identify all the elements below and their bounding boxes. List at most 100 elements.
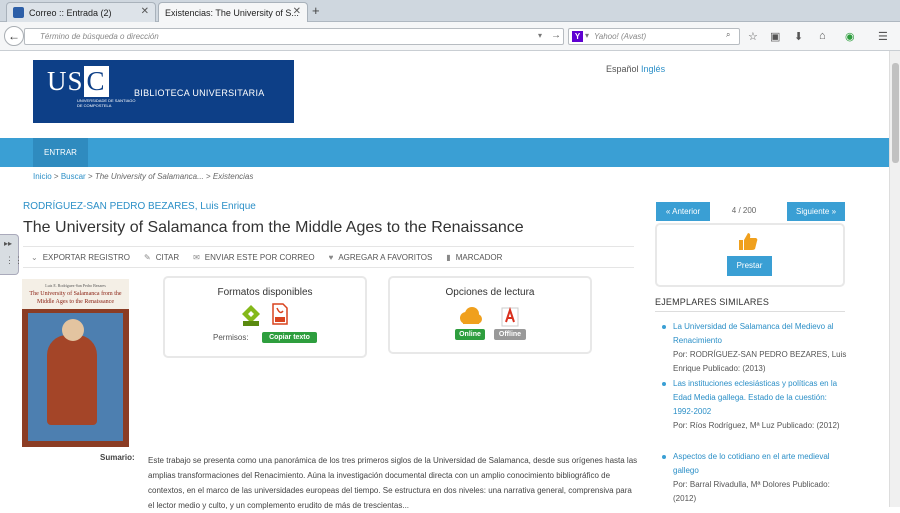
- home-icon[interactable]: ⌂: [819, 30, 826, 42]
- heart-icon: ♥: [328, 252, 334, 262]
- clipboard-icon[interactable]: ▣: [770, 30, 780, 43]
- url-placeholder: Término de búsqueda o dirección: [40, 32, 159, 41]
- close-icon[interactable]: ✕: [141, 6, 149, 17]
- email-button[interactable]: ✉ ENVIAR ESTE POR CORREO: [193, 253, 315, 262]
- browser-tab-bar: Correo :: Entrada (2) ✕ Existencias: The…: [0, 0, 900, 22]
- action-label: AGREGAR A FAVORITOS: [338, 252, 433, 262]
- breadcrumb-current: Existencias: [212, 172, 254, 181]
- summary-label: Sumario:: [100, 453, 135, 462]
- similar-items-heading: EJEMPLARES SIMILARES: [655, 297, 845, 312]
- menu-icon[interactable]: ☰: [878, 30, 888, 43]
- bookmark-button[interactable]: ▮ MARCADOR: [446, 253, 502, 262]
- permissions-label: Permisos:: [213, 333, 249, 342]
- bullet-icon: [662, 382, 666, 386]
- breadcrumb-sep: >: [85, 172, 95, 181]
- tab-label: Existencias: The University of S...: [165, 7, 299, 18]
- breadcrumb-buscar[interactable]: Buscar: [61, 172, 86, 181]
- chevron-down-icon[interactable]: ▾: [585, 31, 589, 40]
- record-counter: 4 / 200: [731, 206, 757, 215]
- similar-item: Las instituciones eclesiásticas y políti…: [662, 377, 847, 433]
- similar-item: La Universidad de Salamanca del Medievo …: [662, 320, 847, 376]
- page-title: The University of Salamanca from the Mid…: [23, 219, 524, 236]
- next-button[interactable]: Siguiente »: [787, 202, 845, 221]
- reading-options-title: Opciones de lectura: [445, 287, 535, 298]
- search-input[interactable]: Y ▾ Yahoo! (Avast) ⌕: [568, 28, 740, 45]
- tab-correo[interactable]: Correo :: Entrada (2) ✕: [6, 2, 156, 22]
- book-cover-image[interactable]: Luis E. Rodríguez-San Pedro Bezares The …: [22, 279, 129, 447]
- adobe-icon[interactable]: [501, 307, 519, 327]
- scrollbar-thumb[interactable]: [892, 63, 899, 163]
- cite-icon: ✎: [143, 252, 151, 262]
- yahoo-icon: Y: [572, 31, 583, 42]
- similar-item-link[interactable]: La Universidad de Salamanca del Medievo …: [673, 320, 847, 348]
- bullet-icon: [662, 325, 666, 329]
- similar-item-meta: Por: Barral Rivadulla, Mª Dolores Public…: [673, 480, 830, 503]
- go-arrow-icon[interactable]: →: [551, 30, 561, 41]
- record-actions-bar: ⌄ EXPORTAR REGISTRO ✎ CITAR ✉ ENVIAR ESTE P…: [23, 246, 634, 268]
- dropdown-icon[interactable]: ▾: [538, 31, 542, 40]
- grid-icon: ⋮⋮: [5, 255, 23, 265]
- library-name: BIBLIOTECA UNIVERSITARIA: [134, 88, 265, 98]
- formats-title: Formatos disponibles: [217, 287, 313, 298]
- similar-item-meta: Por: RODRÍGUEZ-SAN PEDRO BEZARES, Luis E…: [673, 350, 847, 373]
- action-label: MARCADOR: [455, 252, 503, 262]
- copy-text-badge[interactable]: Copiar texto: [262, 332, 317, 343]
- breadcrumb: Inicio > Buscar > The University of Sala…: [33, 172, 253, 181]
- lang-current: Español: [606, 64, 639, 74]
- tab-label: Correo :: Entrada (2): [29, 7, 112, 18]
- download-icon[interactable]: ⬇: [794, 30, 803, 43]
- similar-item-link[interactable]: Aspectos de lo cotidiano en el arte medi…: [673, 450, 847, 478]
- entrar-button[interactable]: ENTRAR: [33, 138, 88, 167]
- cover-title-text: The University of Salamanca from the Mid…: [29, 291, 122, 305]
- main-nav-bar: [0, 138, 889, 167]
- language-switcher: Español Inglés: [606, 64, 665, 74]
- thumbs-up-icon: [739, 233, 758, 250]
- breadcrumb-inicio[interactable]: Inicio: [33, 172, 52, 181]
- side-panel-handle[interactable]: ▸▸ ⋮⋮: [0, 234, 23, 275]
- expand-icon: ▸▸: [4, 239, 13, 248]
- tab-existencias[interactable]: Existencias: The University of S... ✕: [158, 2, 308, 22]
- offline-badge[interactable]: Offline: [494, 329, 526, 340]
- back-icon[interactable]: ←: [4, 26, 24, 46]
- record-author-link[interactable]: RODRÍGUEZ-SAN PEDRO BEZARES, Luis Enriqu…: [23, 201, 256, 212]
- usc-logo[interactable]: US C UNIVERSIDADE DE SANTIAGO DE COMPOSTE…: [33, 60, 294, 123]
- search-placeholder: Yahoo! (Avast): [594, 32, 647, 41]
- bullet-icon: [662, 455, 666, 459]
- avast-icon[interactable]: ◉: [845, 30, 855, 43]
- cover-figure: [47, 335, 97, 425]
- bookmark-star-icon[interactable]: ☆: [748, 30, 758, 43]
- formats-panel: Formatos disponibles Permisos: Copiar te…: [163, 276, 367, 358]
- close-icon[interactable]: ✕: [293, 6, 301, 17]
- cover-figure-head: [62, 319, 84, 341]
- lend-button[interactable]: Prestar: [727, 256, 772, 276]
- cite-button[interactable]: ✎ CITAR: [144, 253, 179, 262]
- browser-nav-bar: ← Término de búsqueda o dirección ▾ → Y …: [0, 22, 900, 51]
- action-label: ENVIAR ESTE POR CORREO: [204, 252, 315, 262]
- lang-english-link[interactable]: Inglés: [641, 64, 665, 74]
- new-tab-icon[interactable]: +: [312, 3, 320, 18]
- online-badge[interactable]: Online: [455, 329, 485, 340]
- url-input[interactable]: Término de búsqueda o dirección ▾ →: [24, 28, 564, 45]
- similar-item-link[interactable]: Las instituciones eclesiásticas y políti…: [673, 377, 847, 419]
- similar-item: Aspectos de lo cotidiano en el arte medi…: [662, 450, 847, 506]
- favorites-button[interactable]: ♥ AGREGAR A FAVORITOS: [329, 253, 433, 262]
- cover-author: Luis E. Rodríguez-San Pedro Bezares: [45, 283, 106, 288]
- reading-options-panel: Opciones de lectura Online Offline: [388, 276, 592, 354]
- cloud-icon[interactable]: [457, 306, 483, 326]
- action-label: CITAR: [155, 252, 180, 262]
- scrollbar[interactable]: [889, 51, 900, 507]
- logo-text: US C: [47, 66, 109, 97]
- summary-text: Este trabajo se presenta como una panorá…: [148, 456, 638, 510]
- similar-item-meta: Por: Ríos Rodríguez, Mª Luz Publicado: (…: [673, 421, 840, 430]
- envelope-icon: ✉: [193, 252, 200, 262]
- export-record-button[interactable]: ⌄ EXPORTAR REGISTRO: [31, 253, 130, 262]
- epub-icon[interactable]: [241, 304, 261, 326]
- chevron-down-icon: ⌄: [31, 252, 38, 262]
- mail-icon: [13, 7, 24, 18]
- breadcrumb-sep: >: [51, 172, 61, 181]
- pdf-icon[interactable]: [271, 303, 289, 325]
- breadcrumb-sep: >: [203, 172, 213, 181]
- search-icon[interactable]: ⌕: [726, 30, 730, 40]
- breadcrumb-item[interactable]: The University of Salamanca...: [95, 172, 204, 181]
- previous-button[interactable]: « Anterior: [656, 202, 710, 221]
